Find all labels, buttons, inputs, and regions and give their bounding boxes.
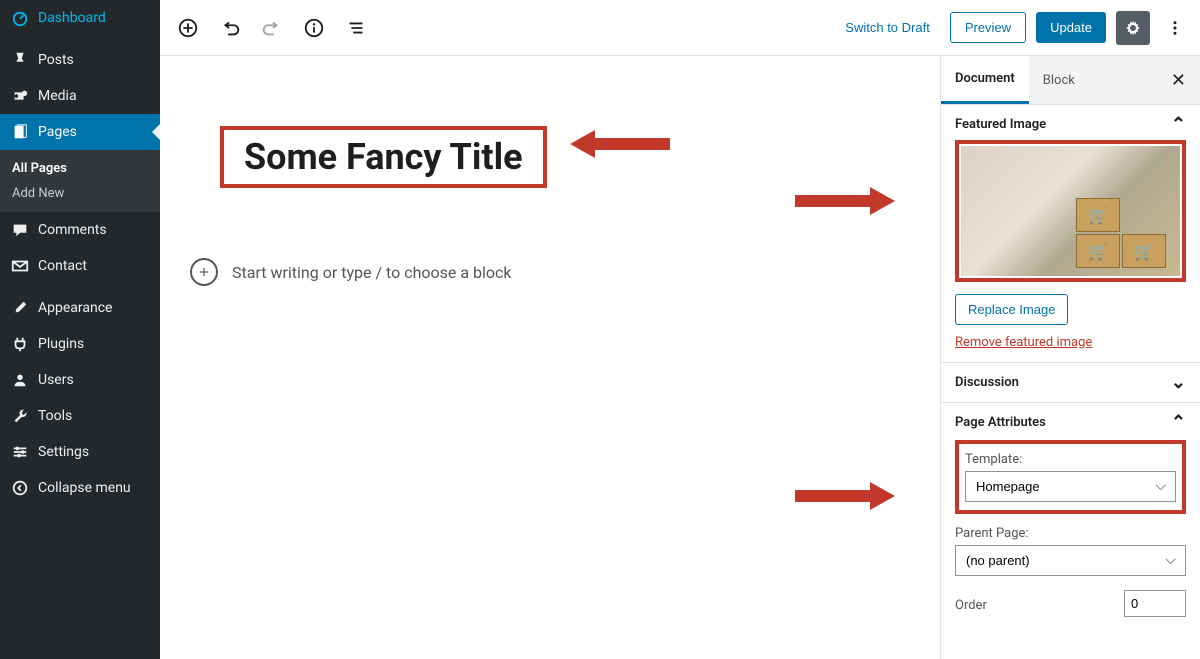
editor-toolbar: Switch to Draft Preview Update <box>160 0 1200 56</box>
featured-image-section: Featured Image ⌃ 🛒 🛒 🛒 Repla <box>941 105 1200 363</box>
annotation-highlight-template: Template: Homepage <box>955 440 1186 514</box>
outline-button[interactable] <box>338 10 374 46</box>
sidebar-item-label: Posts <box>38 52 74 68</box>
sidebar-item-label: Dashboard <box>38 10 106 26</box>
media-icon <box>10 86 30 106</box>
replace-image-button[interactable]: Replace Image <box>955 294 1068 325</box>
sidebar-item-settings[interactable]: Settings <box>0 434 160 470</box>
tab-document[interactable]: Document <box>941 56 1029 104</box>
sidebar-item-label: Tools <box>38 408 72 424</box>
sidebar-item-label: Plugins <box>38 336 84 352</box>
pin-icon <box>10 50 30 70</box>
sidebar-submenu: All Pages Add New <box>0 150 160 212</box>
update-button[interactable]: Update <box>1036 12 1106 43</box>
sidebar-item-appearance[interactable]: Appearance <box>0 290 160 326</box>
block-placeholder[interactable]: Start writing or type / to choose a bloc… <box>232 263 512 282</box>
sidebar-item-label: Collapse menu <box>38 480 131 496</box>
annotation-arrow-template <box>795 476 895 516</box>
featured-image-preview: 🛒 🛒 🛒 <box>961 146 1180 276</box>
template-select[interactable]: Homepage <box>965 471 1176 502</box>
section-heading: Discussion <box>955 375 1019 390</box>
sidebar-item-media[interactable]: Media <box>0 78 160 114</box>
sidebar-item-contact[interactable]: Contact <box>0 248 160 284</box>
sidebar-item-label: Users <box>38 372 74 388</box>
more-options-button[interactable] <box>1160 11 1190 45</box>
annotation-highlight-title: Some Fancy Title <box>220 126 547 188</box>
discussion-toggle[interactable]: Discussion ⌄ <box>955 375 1186 390</box>
info-button[interactable] <box>296 10 332 46</box>
plug-icon <box>10 334 30 354</box>
annotation-arrow-featured <box>795 181 895 221</box>
sidebar-item-label: Settings <box>38 444 89 460</box>
undo-button[interactable] <box>212 10 248 46</box>
section-heading: Page Attributes <box>955 415 1046 430</box>
sidebar-item-plugins[interactable]: Plugins <box>0 326 160 362</box>
sidebar-item-label: Appearance <box>38 300 112 316</box>
comment-icon <box>10 220 30 240</box>
settings-toggle-button[interactable] <box>1116 11 1150 45</box>
sidebar-item-users[interactable]: Users <box>0 362 160 398</box>
order-input[interactable] <box>1124 590 1186 617</box>
parent-label: Parent Page: <box>955 526 1186 541</box>
template-label: Template: <box>965 452 1176 467</box>
gauge-icon <box>10 8 30 28</box>
mail-icon <box>10 256 30 276</box>
wrench-icon <box>10 406 30 426</box>
parent-page-select[interactable]: (no parent) <box>955 545 1186 576</box>
sidebar-item-dashboard[interactable]: Dashboard <box>0 0 160 36</box>
section-heading: Featured Image <box>955 117 1046 132</box>
panel-tabs: Document Block ✕ <box>941 56 1200 105</box>
sidebar-item-label: Media <box>38 88 77 104</box>
order-label: Order <box>955 598 987 613</box>
close-icon: ✕ <box>1171 70 1186 91</box>
sidebar-item-label: Comments <box>38 222 107 238</box>
sidebar-item-pages[interactable]: Pages <box>0 114 160 150</box>
remove-featured-image-link[interactable]: Remove featured image <box>955 335 1186 350</box>
page-attributes-section: Page Attributes ⌃ Template: Homepage Par… <box>941 403 1200 629</box>
tab-block[interactable]: Block <box>1029 58 1089 103</box>
switch-draft-button[interactable]: Switch to Draft <box>835 14 940 41</box>
discussion-section: Discussion ⌄ <box>941 363 1200 403</box>
sidebar-item-collapse[interactable]: Collapse menu <box>0 470 160 506</box>
redo-button[interactable] <box>254 10 290 46</box>
sidebar-sub-all-pages[interactable]: All Pages <box>0 156 160 181</box>
sidebar-item-label: Contact <box>38 258 87 274</box>
settings-panel: Document Block ✕ Featured Image ⌃ 🛒 <box>940 56 1200 659</box>
sidebar-item-tools[interactable]: Tools <box>0 398 160 434</box>
user-icon <box>10 370 30 390</box>
annotation-arrow-title <box>570 124 670 164</box>
sidebar-sub-add-new[interactable]: Add New <box>0 181 160 206</box>
page-attributes-toggle[interactable]: Page Attributes ⌃ <box>955 415 1186 430</box>
sidebar-item-comments[interactable]: Comments <box>0 212 160 248</box>
page-icon <box>10 122 30 142</box>
sidebar-item-label: Pages <box>38 124 77 140</box>
sidebar-item-posts[interactable]: Posts <box>0 42 160 78</box>
sliders-icon <box>10 442 30 462</box>
main-area: Switch to Draft Preview Update Some Fanc… <box>160 0 1200 659</box>
brush-icon <box>10 298 30 318</box>
featured-image-thumbnail[interactable]: 🛒 🛒 🛒 <box>955 140 1186 282</box>
inline-add-block-button[interactable] <box>190 258 218 286</box>
close-panel-button[interactable]: ✕ <box>1157 70 1200 91</box>
add-block-button[interactable] <box>170 10 206 46</box>
preview-button[interactable]: Preview <box>950 12 1026 43</box>
collapse-icon <box>10 478 30 498</box>
page-title-input[interactable]: Some Fancy Title <box>236 136 531 178</box>
featured-image-toggle[interactable]: Featured Image ⌃ <box>955 117 1186 132</box>
editor-canvas: Some Fancy Title Start writing or type /… <box>160 56 940 659</box>
admin-sidebar: Dashboard Posts Media Pages All Pages Ad… <box>0 0 160 659</box>
